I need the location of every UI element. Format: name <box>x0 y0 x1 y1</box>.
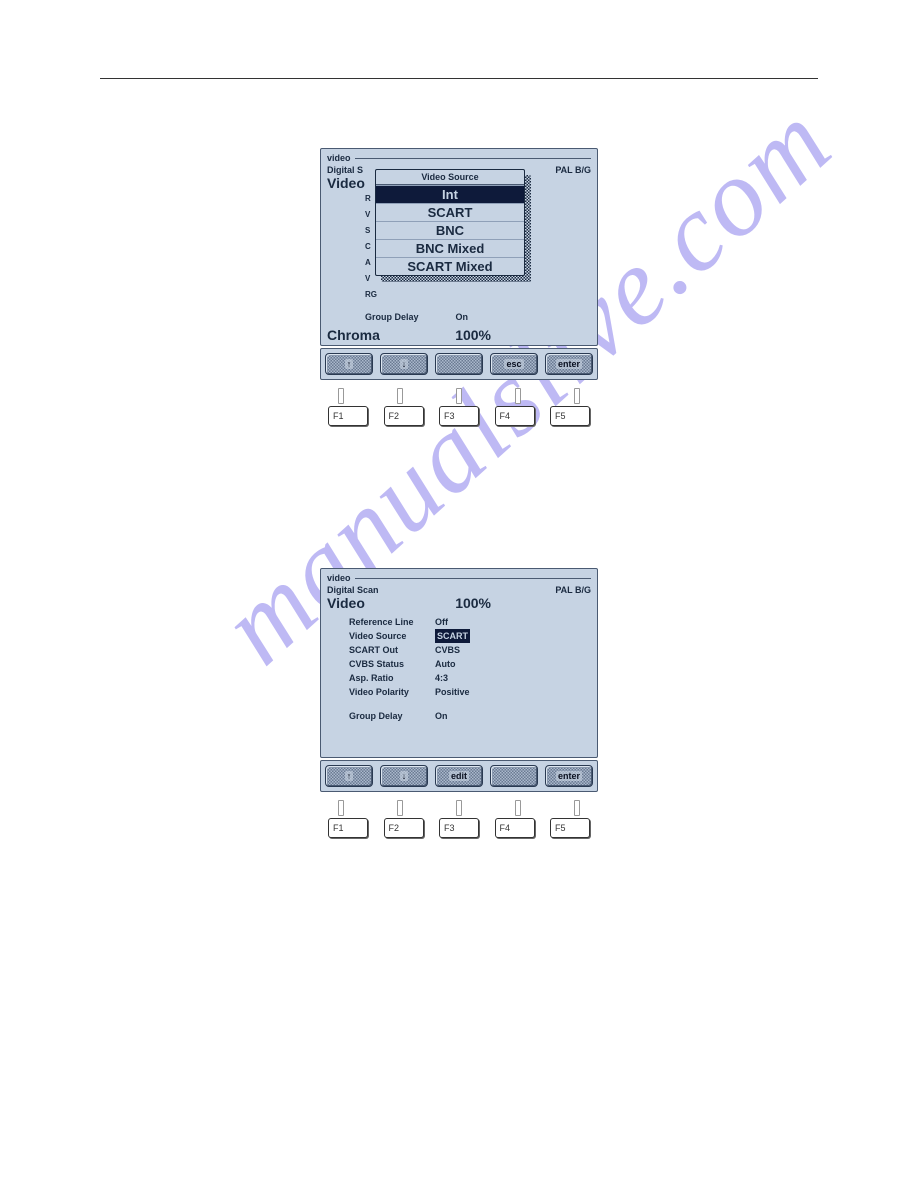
popup-item-scart-mixed[interactable]: SCART Mixed <box>376 257 524 275</box>
setting-val: SCART <box>435 629 470 643</box>
setting-val: Positive <box>435 685 470 699</box>
setting-val: Auto <box>435 657 456 671</box>
setting-key: SCART Out <box>349 643 435 657</box>
softkey-down[interactable]: ↓ <box>380 353 428 375</box>
fkey-f2[interactable]: F2 <box>384 406 424 426</box>
fkey-f5[interactable]: F5 <box>550 818 590 838</box>
header-left: Digital Scan <box>327 585 379 595</box>
setting-scart-out[interactable]: SCART Out CVBS <box>349 643 591 657</box>
chroma-label: Chroma <box>327 327 380 343</box>
chroma-row: Chroma 100% <box>327 327 591 343</box>
connector-icon <box>338 800 344 816</box>
connector-row-1 <box>320 380 598 406</box>
connector-icon <box>456 388 462 404</box>
video-source-popup: Video Source Int SCART BNC BNC Mixed SCA… <box>375 169 525 276</box>
connector-icon <box>456 800 462 816</box>
lcd-title-bar: video <box>327 153 591 163</box>
setting-reference-line[interactable]: Reference Line Off <box>349 615 591 629</box>
header-right: PAL B/G <box>555 585 591 595</box>
fkey-f3[interactable]: F3 <box>439 818 479 838</box>
lcd-panel-2: video Digital Scan PAL B/G Video 100% Re… <box>320 568 598 758</box>
popup-item-bnc-mixed[interactable]: BNC Mixed <box>376 239 524 257</box>
connector-icon <box>515 800 521 816</box>
fkey-f1[interactable]: F1 <box>328 818 368 838</box>
softkey-esc[interactable]: esc <box>490 353 538 375</box>
softkey-down[interactable]: ↓ <box>380 765 428 787</box>
fkey-row-1: F1 F2 F3 F4 F5 <box>320 406 598 426</box>
softkey-up[interactable]: ↑ <box>325 353 373 375</box>
connector-icon <box>338 388 344 404</box>
setting-group-delay[interactable]: Group Delay On <box>349 709 591 723</box>
fkey-f3[interactable]: F3 <box>439 406 479 426</box>
setting-video-polarity[interactable]: Video Polarity Positive <box>349 685 591 699</box>
connector-icon <box>515 388 521 404</box>
setting-video-source[interactable]: Video Source SCART <box>349 629 591 643</box>
video-label: Video <box>327 595 365 611</box>
lcd-title-bar: video <box>327 573 591 583</box>
setting-key: Group Delay <box>349 709 435 723</box>
popup-body: Video Source Int SCART BNC BNC Mixed SCA… <box>375 169 525 276</box>
group-delay-row: Group Delay On <box>365 307 468 325</box>
header-right: PAL B/G <box>555 165 591 175</box>
page-top-rule <box>100 78 818 79</box>
connector-icon <box>397 388 403 404</box>
setting-val: CVBS <box>435 643 460 657</box>
fkey-f2[interactable]: F2 <box>384 818 424 838</box>
setting-val: Off <box>435 615 448 629</box>
softkey-up[interactable]: ↑ <box>325 765 373 787</box>
connector-row-2 <box>320 792 598 818</box>
setting-key: Video Polarity <box>349 685 435 699</box>
lcd-title-rule <box>355 158 591 159</box>
lcd-title: video <box>327 153 351 163</box>
softkey-enter[interactable]: enter <box>545 765 593 787</box>
group-delay-val: On <box>455 312 468 322</box>
video-value: 100% <box>455 595 491 611</box>
connector-icon <box>574 800 580 816</box>
setting-key: Reference Line <box>349 615 435 629</box>
lcd-title: video <box>327 573 351 583</box>
settings-list: Reference Line Off Video Source SCART SC… <box>349 615 591 723</box>
device-screenshot-1: video Digital S PAL B/G Video R V S C A … <box>320 148 598 426</box>
popup-item-int[interactable]: Int <box>376 185 524 203</box>
lcd-panel-1: video Digital S PAL B/G Video R V S C A … <box>320 148 598 346</box>
fkey-f1[interactable]: F1 <box>328 406 368 426</box>
chroma-value: 100% <box>455 327 491 343</box>
fkey-f4[interactable]: F4 <box>495 406 535 426</box>
setting-val: On <box>435 709 448 723</box>
popup-item-scart[interactable]: SCART <box>376 203 524 221</box>
fkey-f4[interactable]: F4 <box>495 818 535 838</box>
group-delay-key: Group Delay <box>365 312 451 322</box>
setting-key: Video Source <box>349 629 435 643</box>
setting-val: 4:3 <box>435 671 448 685</box>
lcd-title-rule <box>355 578 591 579</box>
device-screenshot-2: video Digital Scan PAL B/G Video 100% Re… <box>320 568 598 838</box>
setting-key: CVBS Status <box>349 657 435 671</box>
trunc-row: RG <box>365 287 377 303</box>
header-left: Digital S <box>327 165 363 175</box>
softkey-enter[interactable]: enter <box>545 353 593 375</box>
connector-icon <box>574 388 580 404</box>
video-main-row: Video 100% <box>327 595 591 611</box>
popup-title: Video Source <box>376 170 524 185</box>
header-row: Digital Scan PAL B/G <box>327 585 591 595</box>
softkey-row-2: ↑ ↓ edit enter <box>320 760 598 792</box>
fkey-f5[interactable]: F5 <box>550 406 590 426</box>
setting-key: Asp. Ratio <box>349 671 435 685</box>
softkey-blank[interactable] <box>435 353 483 375</box>
softkey-row-1: ↑ ↓ esc enter <box>320 348 598 380</box>
setting-asp-ratio[interactable]: Asp. Ratio 4:3 <box>349 671 591 685</box>
softkey-edit[interactable]: edit <box>435 765 483 787</box>
fkey-row-2: F1 F2 F3 F4 F5 <box>320 818 598 838</box>
setting-cvbs-status[interactable]: CVBS Status Auto <box>349 657 591 671</box>
softkey-blank[interactable] <box>490 765 538 787</box>
popup-item-bnc[interactable]: BNC <box>376 221 524 239</box>
connector-icon <box>397 800 403 816</box>
